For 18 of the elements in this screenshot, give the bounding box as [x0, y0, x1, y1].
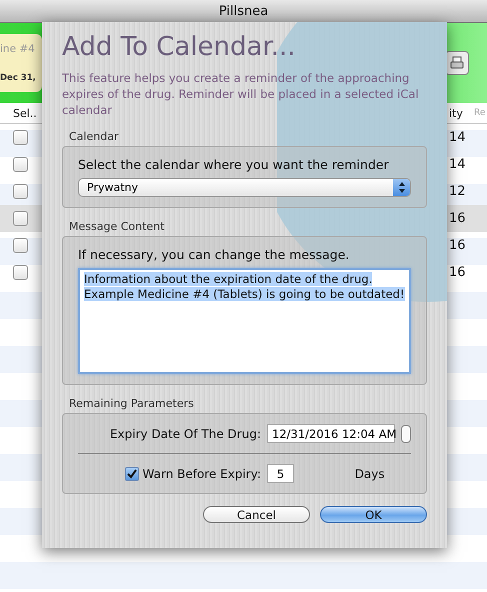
table-cell-text: 14 [449, 130, 467, 145]
days-unit: Days [354, 466, 385, 480]
window-title: Pillsnea [218, 4, 268, 18]
calendar-prompt: Select the calendar where you want the reminder [78, 157, 390, 172]
section-heading: Message Content [69, 220, 166, 233]
card-text: Dec 31, [0, 73, 37, 83]
section-heading: Remaining Parameters [69, 397, 195, 410]
section-heading: Calendar [69, 130, 120, 143]
table-cell-text: 14 [449, 157, 467, 172]
table-cell-text: 16 [449, 265, 467, 280]
expiry-label: Expiry Date Of The Drug: [108, 426, 261, 440]
table-cell-text: 16 [449, 211, 467, 226]
table-cell-text: 16 [449, 238, 467, 253]
message-prompt: If necessary, you can change the message. [78, 247, 350, 262]
dialog-description: This feature helps you create a reminder of the approaching expires of the drug. Reminder will be placed in a selected iCal calendar [62, 70, 420, 118]
table-cell-text: 12 [449, 184, 467, 199]
card-text: ine #4 [0, 43, 36, 55]
dialog-title: Add To Calendar... [62, 32, 297, 62]
